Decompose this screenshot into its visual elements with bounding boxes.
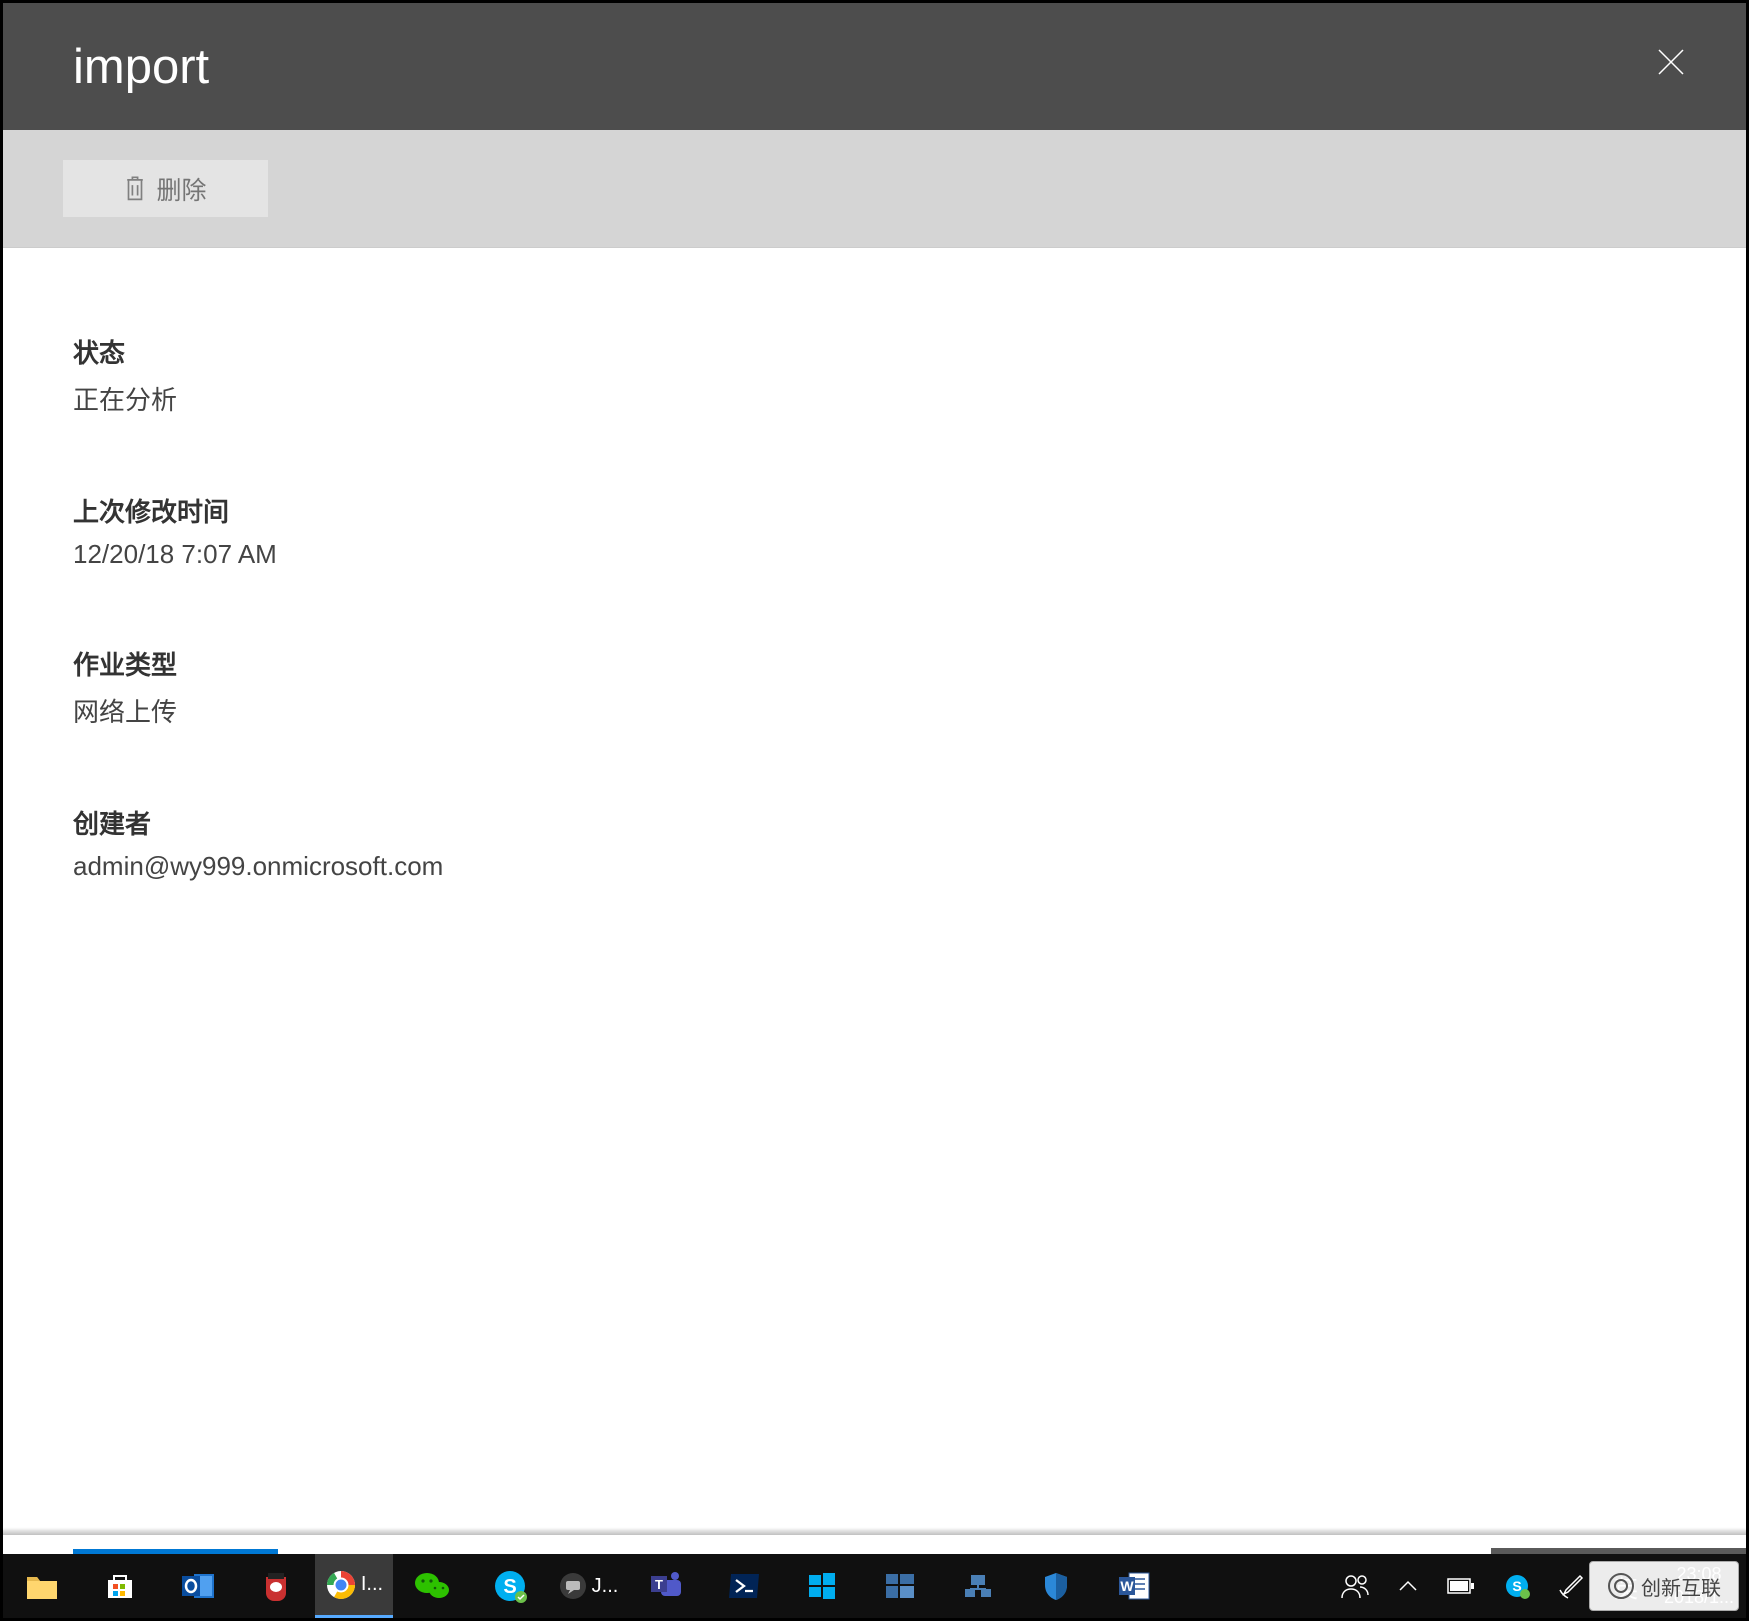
skype-tray-icon: S <box>1504 1573 1530 1599</box>
taskbar-file-explorer[interactable] <box>3 1554 81 1618</box>
chat-icon <box>558 1571 588 1601</box>
taskbar-app-red[interactable] <box>237 1554 315 1618</box>
last-modified-label: 上次修改时间 <box>73 492 1676 529</box>
taskbar-server-manager[interactable] <box>861 1554 939 1618</box>
chevron-up-icon <box>1398 1580 1418 1592</box>
taskbar-wechat[interactable] <box>393 1554 471 1618</box>
svg-text:S: S <box>1512 1578 1521 1594</box>
close-panel-button[interactable] <box>1656 47 1686 86</box>
job-type-value: 网络上传 <box>73 692 1676 729</box>
watermark-badge: 创新互联 <box>1589 1561 1739 1611</box>
creator-label: 创建者 <box>73 804 1676 841</box>
svg-text:S: S <box>503 1576 516 1598</box>
job-type-label: 作业类型 <box>73 645 1676 682</box>
tray-people[interactable] <box>1326 1554 1384 1618</box>
store-icon <box>104 1570 136 1602</box>
tray-overflow[interactable] <box>1384 1554 1432 1618</box>
svg-text:W: W <box>1120 1578 1134 1594</box>
status-label: 状态 <box>73 333 1676 370</box>
tray-battery[interactable] <box>1432 1554 1490 1618</box>
taskbar-word[interactable]: W <box>1095 1554 1173 1618</box>
people-icon <box>1340 1573 1370 1599</box>
header-bar: import <box>3 3 1746 130</box>
shield-icon <box>1040 1570 1072 1602</box>
wechat-icon <box>413 1570 451 1602</box>
outlook-icon <box>180 1570 216 1602</box>
taskbar-outlook[interactable] <box>159 1554 237 1618</box>
jabber-window-label: J... <box>592 1575 619 1598</box>
watermark-icon <box>1607 1572 1635 1600</box>
tray-skype[interactable]: S <box>1490 1554 1544 1618</box>
taskbar-chrome[interactable]: I... <box>315 1554 393 1618</box>
field-job-type: 作业类型 网络上传 <box>73 645 1676 729</box>
taskbar-pinned-apps: I... S <box>3 1554 1173 1618</box>
app-window: import 删除 状态 正在分析 上次修改时间 12/20/18 7:07 A… <box>3 3 1746 1618</box>
battery-icon <box>1446 1577 1476 1595</box>
content-area: 状态 正在分析 上次修改时间 12/20/18 7:07 AM 作业类型 网络上… <box>3 248 1746 1530</box>
toolbar: 删除 <box>3 130 1746 248</box>
server-icon <box>883 1571 917 1601</box>
taskbar-security[interactable] <box>1017 1554 1095 1618</box>
taskbar-windows-admin[interactable] <box>783 1554 861 1618</box>
cup-icon <box>260 1569 292 1603</box>
word-icon: W <box>1117 1570 1151 1602</box>
powershell-icon <box>727 1572 761 1600</box>
windows-icon <box>806 1570 838 1602</box>
chrome-window-label: I... <box>361 1573 383 1596</box>
field-last-modified: 上次修改时间 12/20/18 7:07 AM <box>73 492 1676 570</box>
last-modified-value: 12/20/18 7:07 AM <box>73 539 1676 570</box>
close-icon <box>1656 47 1686 77</box>
taskbar-microsoft-store[interactable] <box>81 1554 159 1618</box>
teams-icon: T <box>649 1570 683 1602</box>
trash-icon <box>124 176 146 202</box>
status-value: 正在分析 <box>73 380 1676 417</box>
creator-value: admin@wy999.onmicrosoft.com <box>73 851 1676 882</box>
watermark-text: 创新互联 <box>1641 1572 1721 1601</box>
field-creator: 创建者 admin@wy999.onmicrosoft.com <box>73 804 1676 882</box>
taskbar-skype[interactable]: S <box>471 1554 549 1618</box>
taskbar-jabber[interactable]: J... <box>549 1554 627 1618</box>
pen-icon <box>1558 1572 1586 1600</box>
network-icon <box>961 1571 995 1601</box>
windows-taskbar: I... S <box>3 1554 1746 1618</box>
svg-text:T: T <box>655 1577 663 1592</box>
delete-label: 删除 <box>156 171 206 207</box>
taskbar-teams[interactable]: T <box>627 1554 705 1618</box>
page-title: import <box>73 39 209 95</box>
delete-button[interactable]: 删除 <box>63 160 268 217</box>
taskbar-network[interactable] <box>939 1554 1017 1618</box>
folder-icon <box>25 1571 59 1601</box>
field-status: 状态 正在分析 <box>73 333 1676 417</box>
skype-icon: S <box>493 1569 527 1603</box>
chrome-icon <box>325 1569 357 1601</box>
taskbar-powershell[interactable] <box>705 1554 783 1618</box>
